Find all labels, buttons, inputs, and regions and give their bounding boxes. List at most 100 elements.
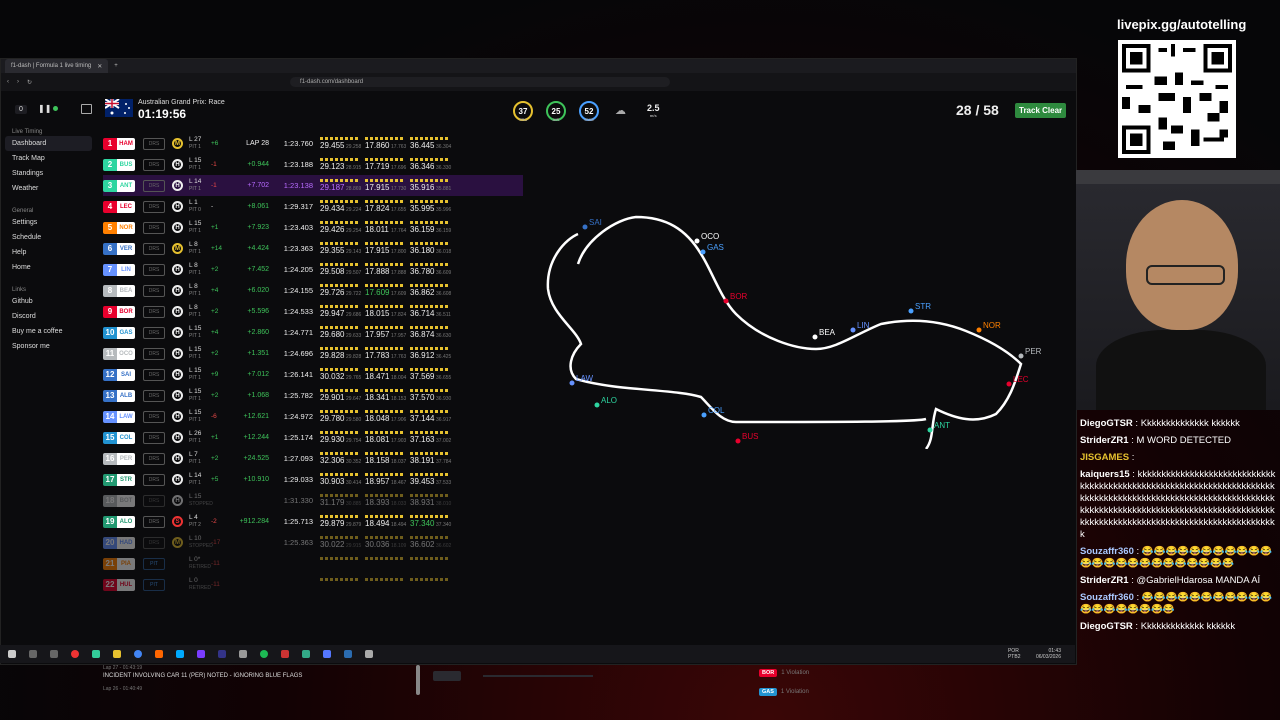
driver-row[interactable]: 2 BUS DRS H L 15 PIT 1 -1 +0.944 1:23.188… bbox=[103, 154, 523, 175]
tray-lang[interactable]: POR PTB2 bbox=[1008, 648, 1028, 660]
app-icon[interactable] bbox=[323, 650, 331, 658]
tray-clock[interactable]: 01:43 06/03/2026 bbox=[1036, 648, 1061, 660]
close-tab-icon[interactable]: ✕ bbox=[97, 63, 102, 70]
search-icon[interactable] bbox=[29, 650, 37, 658]
team-radio-player[interactable] bbox=[433, 671, 593, 683]
sector-time: 36.862 bbox=[410, 287, 435, 297]
sidebar-item-sponsor[interactable]: Sponsor me bbox=[1, 339, 96, 354]
gap-to-leader: +7.452 bbox=[247, 266, 269, 273]
chat-username[interactable]: StriderZR1 bbox=[1080, 575, 1129, 586]
driver-row[interactable]: 4 LEC DRS H L 1 PIT 0 - +8.061 1:29.317 2… bbox=[103, 196, 523, 217]
sector-2: 18.494 18.494 bbox=[365, 512, 406, 532]
tyre-age: L 15 bbox=[189, 493, 202, 500]
sector-2: 18.471 18.004 bbox=[365, 365, 406, 385]
forward-icon[interactable]: › bbox=[17, 79, 19, 85]
tyre-age: L 15 bbox=[189, 325, 202, 332]
app-icon[interactable] bbox=[344, 650, 352, 658]
race-control-panel: Lap 27 - 01:43:19 INCIDENT INVOLVING CAR… bbox=[103, 665, 423, 695]
sidebar-item-home[interactable]: Home bbox=[1, 260, 96, 275]
app-icon[interactable] bbox=[197, 650, 205, 658]
app-icon[interactable] bbox=[239, 650, 247, 658]
track-map: OCO GAS BOR BEA LIN STR NOR PER LEC ANT BUS COL ALO L… bbox=[546, 215, 1042, 449]
chat-username[interactable]: DiegoGTSR bbox=[1080, 621, 1133, 632]
tyre-age: L 8 bbox=[189, 262, 198, 269]
brave-icon[interactable] bbox=[155, 650, 163, 658]
driver-row[interactable]: 8 BEA DRS H L 8 PIT 1 +4 +6.020 1:24.155 … bbox=[103, 280, 523, 301]
app-icon[interactable] bbox=[365, 650, 373, 658]
driver-row[interactable]: 3 ANT DRS H L 14 PIT 1 -1 +7.702 1:23.138… bbox=[103, 175, 523, 196]
driver-row[interactable]: 15 COL DRS H L 26 PIT 1 +1 +12.244 1:25.1… bbox=[103, 427, 523, 448]
sidebar-item-github[interactable]: Github bbox=[1, 294, 96, 309]
sidebar-item-schedule[interactable]: Schedule bbox=[1, 230, 96, 245]
minisectors bbox=[410, 472, 448, 476]
sidebar-toggle-icon[interactable] bbox=[81, 104, 92, 114]
chat-username[interactable]: kaiquers15 bbox=[1080, 469, 1130, 480]
sector-2: 18.158 18.037 bbox=[365, 449, 406, 469]
sidebar-item-help[interactable]: Help bbox=[1, 245, 96, 260]
minisectors bbox=[365, 514, 403, 518]
driver-row[interactable]: 22 HUL PIT L 0 RETIRED -11 bbox=[103, 574, 523, 595]
sidebar-item-dashboard[interactable]: Dashboard bbox=[5, 136, 92, 151]
sidebar-item-weather[interactable]: Weather bbox=[1, 181, 96, 196]
task-view-icon[interactable] bbox=[50, 650, 58, 658]
sidebar-item-buy-coffee[interactable]: Buy me a coffee bbox=[1, 324, 96, 339]
driver-row[interactable]: 16 PER DRS H L 7 PIT 1 +2 +24.525 1:27.09… bbox=[103, 448, 523, 469]
delay-input[interactable]: 0 bbox=[15, 105, 27, 114]
new-tab-icon[interactable]: + bbox=[114, 63, 118, 69]
chat-username[interactable]: StriderZR1 bbox=[1080, 435, 1129, 446]
tyre-info: L 10 STOPPED bbox=[189, 535, 213, 550]
driver-row[interactable]: 7 LIN DRS H L 8 PIT 1 +2 +7.452 1:24.205 … bbox=[103, 259, 523, 280]
car-label: ALO bbox=[601, 396, 617, 405]
sector-2: 18.048 17.906 bbox=[365, 407, 406, 427]
driver-row[interactable]: 6 VER DRS M L 8 PIT 1 +14 +4.424 1:23.363… bbox=[103, 238, 523, 259]
app-icon[interactable] bbox=[260, 650, 268, 658]
sector-pb: 29.828 bbox=[346, 353, 362, 360]
driver-row[interactable]: 12 SAI DRS H L 15 PIT 1 +9 +7.012 1:26.14… bbox=[103, 364, 523, 385]
sector-time: 36.602 bbox=[410, 539, 435, 549]
driver-row[interactable]: 18 BOT DRS H L 15 STOPPED 1:31.330 31.179… bbox=[103, 490, 523, 511]
driver-row[interactable]: 13 ALB DRS H L 15 PIT 1 +2 +1.068 1:25.78… bbox=[103, 385, 523, 406]
driver-row[interactable]: 9 BOR DRS H L 8 PIT 1 +2 +5.596 1:24.533 … bbox=[103, 301, 523, 322]
chat-username[interactable]: JISGAMES bbox=[1080, 452, 1129, 463]
app-icon[interactable] bbox=[281, 650, 289, 658]
streamer-shirt bbox=[1096, 330, 1266, 410]
tyre-age: L 15 bbox=[189, 157, 202, 164]
sidebar-item-track-map[interactable]: Track Map bbox=[1, 151, 96, 166]
sidebar-item-settings[interactable]: Settings bbox=[1, 215, 96, 230]
sector-2: 17.609 17.609 bbox=[365, 281, 406, 301]
browser-tab[interactable]: f1-dash | Formula 1 live timing ✕ bbox=[5, 59, 109, 73]
app-icon[interactable] bbox=[218, 650, 226, 658]
chat-username[interactable]: Souzaffr360 bbox=[1080, 592, 1134, 603]
reload-icon[interactable]: ↻ bbox=[27, 79, 32, 86]
sidebar-item-discord[interactable]: Discord bbox=[1, 309, 96, 324]
sector-3: 38.931 38.010 bbox=[410, 491, 451, 511]
folder-icon[interactable] bbox=[113, 650, 121, 658]
minisectors bbox=[410, 199, 448, 203]
sector-pb: 36.608 bbox=[436, 290, 452, 297]
rc-scrollbar[interactable] bbox=[416, 665, 420, 695]
back-icon[interactable]: ‹ bbox=[7, 79, 9, 85]
opera-icon[interactable] bbox=[71, 650, 79, 658]
url-field[interactable]: f1-dash.com/dashboard bbox=[290, 77, 671, 87]
driver-row[interactable]: 11 OCO DRS H L 15 PIT 1 +2 +1.351 1:24.69… bbox=[103, 343, 523, 364]
driver-row[interactable]: 20 HAD DRS M L 10 STOPPED -17 1:25.363 30… bbox=[103, 532, 523, 553]
driver-row[interactable]: 5 NOR DRS H L 15 PIT 1 +1 +7.923 1:23.403… bbox=[103, 217, 523, 238]
app-icon[interactable] bbox=[92, 650, 100, 658]
tyre-compound-icon: H bbox=[172, 180, 183, 191]
driver-row[interactable]: 1 HAM DRS M L 27 PIT 1 +6 LAP 28 1:23.760… bbox=[103, 133, 523, 154]
pause-icon[interactable]: ❚❚ bbox=[38, 104, 51, 113]
driver-row[interactable]: 17 STR DRS H L 14 PIT 1 +5 +10.910 1:29.0… bbox=[103, 469, 523, 490]
sector-pb: 35.996 bbox=[436, 206, 452, 213]
driver-row[interactable]: 10 GAS DRS H L 15 PIT 1 +4 +2.860 1:24.77… bbox=[103, 322, 523, 343]
chat-username[interactable]: DiegoGTSR bbox=[1080, 418, 1133, 429]
app-icon[interactable] bbox=[302, 650, 310, 658]
chrome-icon[interactable] bbox=[134, 650, 142, 658]
chat-text: @GabrielHdarosa MANDA AÍ bbox=[1136, 575, 1261, 586]
app-icon[interactable] bbox=[176, 650, 184, 658]
driver-row[interactable]: 21 PIA PIT L 0* RETIRED -11 bbox=[103, 553, 523, 574]
chat-username[interactable]: Souzaffr360 bbox=[1080, 546, 1134, 557]
start-icon[interactable] bbox=[8, 650, 16, 658]
sidebar-item-standings[interactable]: Standings bbox=[1, 166, 96, 181]
driver-row[interactable]: 14 LAW DRS H L 15 PIT 1 -6 +12.621 1:24.9… bbox=[103, 406, 523, 427]
driver-row[interactable]: 19 ALO DRS S L 4 PIT 2 -2 +912.284 1:25.7… bbox=[103, 511, 523, 532]
